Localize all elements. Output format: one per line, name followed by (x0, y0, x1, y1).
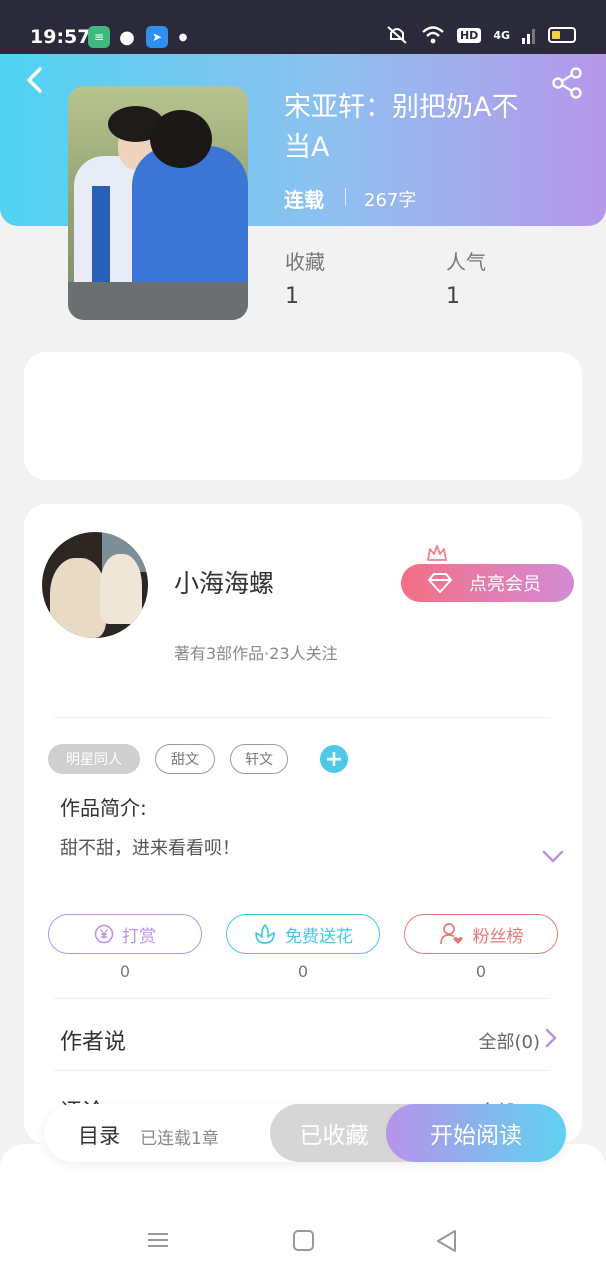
book-cover[interactable] (68, 86, 248, 320)
divider (345, 188, 346, 206)
chapter-count: 已连载1章 (140, 1129, 219, 1149)
notification-dot-icon: ● (178, 31, 188, 43)
send-flower-label: 免费送花 (285, 926, 353, 947)
bottom-action-bar: 目录 已连载1章 已收藏 开始阅读 (44, 1104, 566, 1162)
hd-badge: HD (456, 27, 482, 43)
blank-card (24, 352, 582, 480)
menu-icon[interactable] (146, 1228, 170, 1252)
signal-icon (522, 29, 535, 44)
book-title: 宋亚轩：别把奶A不当A (284, 92, 519, 163)
tip-button[interactable]: 打赏 (48, 914, 202, 954)
start-reading-button[interactable]: 开始阅读 (386, 1104, 566, 1162)
tag-star-fanfic[interactable]: 明星同人 (48, 744, 140, 774)
author-meta: 著有3部作品·23人关注 (174, 644, 338, 663)
back-triangle-icon[interactable] (434, 1228, 460, 1254)
flower-icon (255, 924, 275, 944)
chevron-down-icon[interactable] (542, 850, 564, 864)
intro-title: 作品简介: (60, 796, 147, 820)
home-icon[interactable] (292, 1228, 316, 1252)
add-tag-button[interactable]: + (320, 745, 348, 773)
author-name[interactable]: 小海海螺 (174, 564, 274, 600)
favorites-count: 1 (285, 284, 299, 309)
fan-ranking-button[interactable]: 粉丝榜 (404, 914, 558, 954)
tag-xuan[interactable]: 轩文 (230, 744, 288, 774)
start-reading-label: 开始阅读 (430, 1123, 522, 1149)
mute-icon (387, 26, 407, 44)
book-status: 连载 (284, 188, 324, 212)
book-detail-card: 小海海螺 著有3部作品·23人关注 点亮会员 明星同人 甜文 轩文 + 作品简介… (24, 504, 582, 1144)
vip-button-label: 点亮会员 (469, 574, 541, 595)
flower-count: 0 (297, 962, 309, 981)
popularity-count: 1 (446, 284, 460, 309)
chevron-left-icon[interactable] (22, 66, 50, 94)
wifi-icon (422, 26, 444, 44)
bottom-sheet (0, 1144, 606, 1280)
author-avatar[interactable] (42, 532, 148, 638)
author-says-title: 作者说 (60, 1030, 127, 1055)
tag-sweet[interactable]: 甜文 (155, 744, 215, 774)
diamond-icon (428, 573, 452, 593)
status-time: 19:57 (30, 26, 91, 48)
wechat-icon: ● (119, 26, 135, 48)
chevron-right-icon[interactable] (544, 1028, 558, 1048)
divider (54, 1070, 550, 1071)
divider (54, 717, 550, 718)
divider (54, 998, 550, 999)
send-flower-button[interactable]: 免费送花 (226, 914, 380, 954)
vip-button[interactable]: 点亮会员 (401, 564, 574, 602)
word-count: 267字 (364, 190, 417, 211)
toc-button[interactable]: 目录 (78, 1120, 120, 1150)
author-says-more[interactable]: 全部(0) (479, 1028, 541, 1054)
favorited-label: 已收藏 (299, 1123, 369, 1149)
favorites-label: 收藏 (285, 250, 325, 274)
tip-count: 0 (119, 962, 131, 981)
network-type: 4G (493, 28, 510, 42)
status-bar: 19:57 ≡ ● ➤ ● HD 4G (0, 0, 606, 58)
share-icon[interactable] (550, 66, 584, 100)
yen-icon (94, 924, 114, 944)
tip-label: 打赏 (122, 926, 156, 947)
fan-ranking-count: 0 (475, 962, 487, 981)
app-green-icon: ≡ (88, 26, 110, 48)
intro-text: 甜不甜，进来看看呗！ (60, 838, 240, 859)
fan-ranking-label: 粉丝榜 (472, 926, 524, 947)
status-indicators: HD 4G (385, 25, 576, 45)
fan-ranking-icon (439, 923, 463, 945)
app-blue-icon: ➤ (146, 26, 168, 48)
popularity-label: 人气 (446, 250, 486, 274)
battery-icon (548, 27, 576, 43)
crown-icon (427, 545, 447, 561)
